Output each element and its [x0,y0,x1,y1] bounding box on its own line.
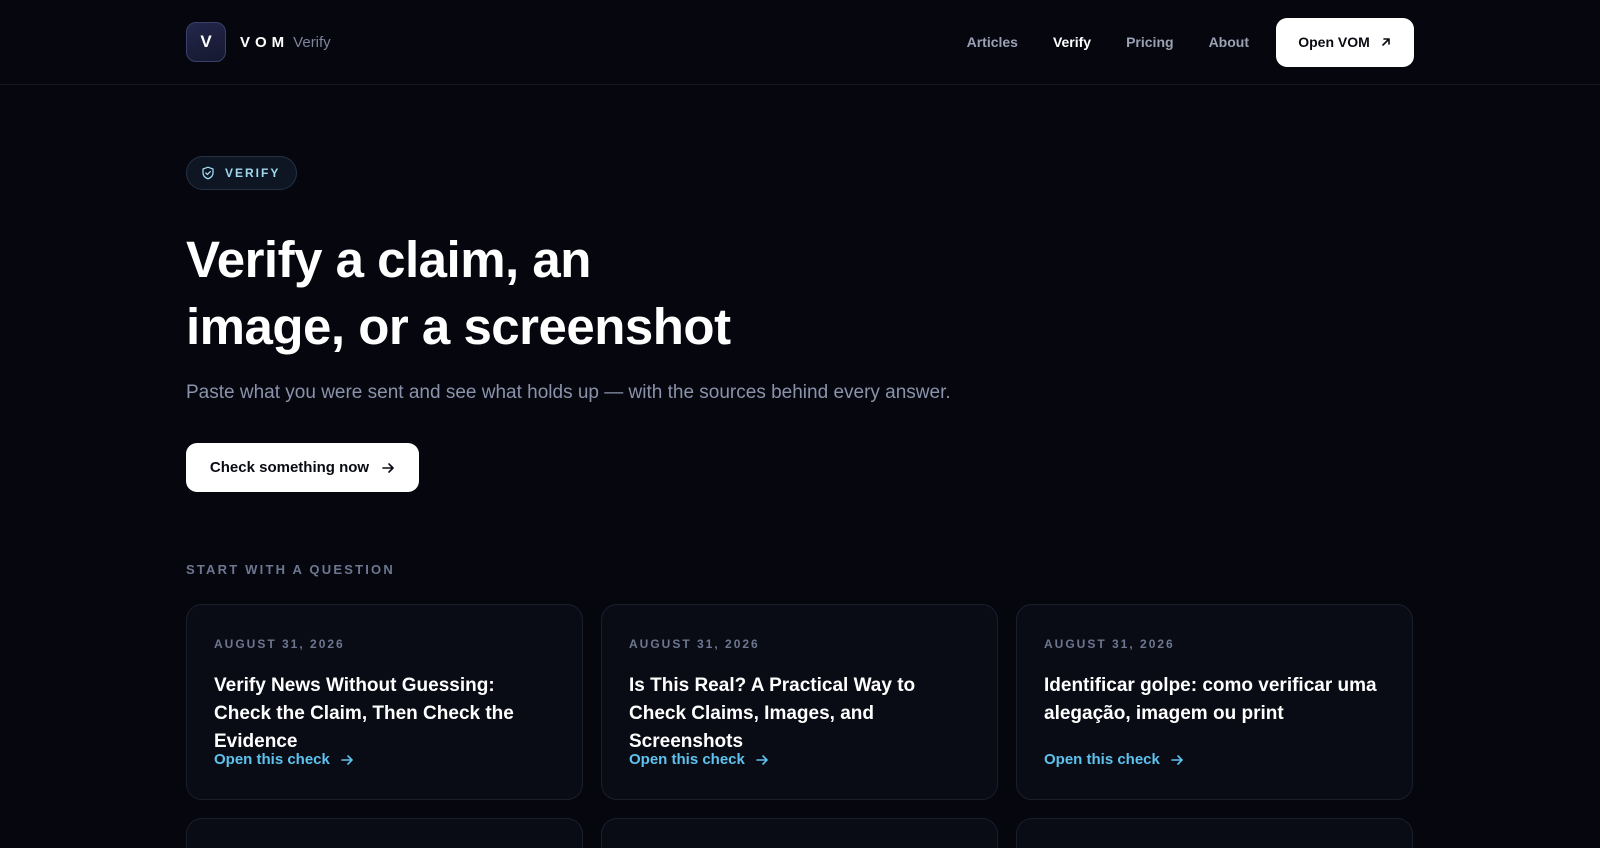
arrow-right-icon [1171,754,1183,765]
open-this-check-label: Open this check [214,751,330,768]
card-stub [601,818,998,848]
question-card-list: AUGUST 31, 2026 Verify News Without Gues… [186,604,1414,800]
check-something-now-button[interactable]: Check something now [186,443,419,492]
question-card[interactable]: AUGUST 31, 2026 Identificar golpe: como … [1016,604,1413,800]
section-heading: START WITH A QUESTION [186,562,395,577]
card-date: AUGUST 31, 2026 [1044,637,1175,651]
open-this-check-link[interactable]: Open this check [1044,751,1184,768]
arrow-up-right-icon [1381,38,1390,46]
brand-logo-icon: V [186,22,226,62]
main-nav: Articles Verify Pricing About Open VOM [967,17,1414,67]
card-title: Verify News Without Guessing: Check the … [214,675,514,752]
open-vom-button-label: Open VOM [1298,34,1370,50]
nav-link-pricing[interactable]: Pricing [1126,34,1173,50]
top-navigation-inner: V VOM Verify Articles Verify Pricing Abo… [186,17,1414,67]
page-title: Verify a claim, an image, or a screensho… [186,226,746,360]
brand-subtitle: Verify [293,33,331,51]
page-title-line-1: Verify a claim, an [186,231,591,288]
nav-link-about[interactable]: About [1209,34,1249,50]
verify-badge-label: VERIFY [225,166,281,180]
top-navigation-bar: V VOM Verify Articles Verify Pricing Abo… [0,0,1600,85]
brand-home-link[interactable]: V VOM Verify [186,22,331,62]
open-this-check-label: Open this check [629,751,745,768]
brand-name: VOM [240,33,290,51]
page-title-line-2: image, or a screenshot [186,298,731,355]
verify-badge: VERIFY [186,156,298,190]
arrow-right-icon [756,754,768,765]
open-this-check-link[interactable]: Open this check [629,751,769,768]
open-vom-button[interactable]: Open VOM [1276,17,1414,67]
nav-link-articles[interactable]: Articles [967,34,1018,50]
card-stub [186,818,583,848]
card-stub [1016,818,1413,848]
arrow-right-icon [382,462,394,473]
hero-section: VERIFY Verify a claim, an image, or a sc… [186,156,1414,492]
next-card-row [186,818,1414,848]
arrow-right-icon [341,754,353,765]
open-this-check-label: Open this check [1044,751,1160,768]
card-date: AUGUST 31, 2026 [214,637,345,651]
nav-link-verify[interactable]: Verify [1053,34,1091,50]
check-something-now-label: Check something now [209,459,370,476]
card-title: Identificar golpe: como verificar uma al… [1044,675,1377,724]
question-card[interactable]: AUGUST 31, 2026 Verify News Without Gues… [186,604,583,800]
open-this-check-link[interactable]: Open this check [214,751,354,768]
card-date: AUGUST 31, 2026 [629,637,760,651]
question-card[interactable]: AUGUST 31, 2026 Is This Real? A Practica… [601,604,998,800]
page-subtitle: Paste what you were sent and see what ho… [186,382,951,403]
card-title: Is This Real? A Practical Way to Check C… [629,675,916,752]
shield-icon [202,166,214,180]
